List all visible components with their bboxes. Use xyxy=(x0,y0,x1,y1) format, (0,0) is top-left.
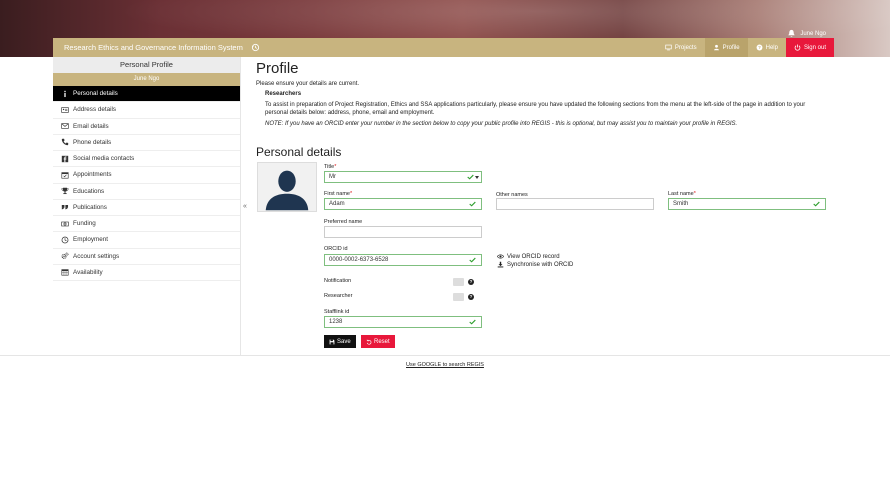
preferred-name-input[interactable] xyxy=(324,226,482,238)
phone-icon xyxy=(61,139,69,146)
calendar-icon xyxy=(61,172,69,179)
personal-details-heading: Personal details xyxy=(256,145,342,159)
nav-projects[interactable]: Projects xyxy=(657,38,705,57)
researchers-text: To assist in preparation of Project Regi… xyxy=(265,102,806,116)
check-icon xyxy=(469,201,476,207)
clock-icon xyxy=(61,236,69,244)
cogs-icon xyxy=(61,252,69,260)
info-icon xyxy=(64,90,66,97)
user-menu[interactable]: June Ngo xyxy=(787,29,826,38)
last-name-label: Last name* xyxy=(668,191,696,197)
check-icon xyxy=(467,174,474,180)
money-icon xyxy=(61,221,69,226)
person-silhouette-icon xyxy=(265,170,309,211)
stafflink-label: Stafflink id xyxy=(324,309,350,315)
quote-icon xyxy=(61,205,69,210)
sidebar-item-email-details[interactable]: Email details xyxy=(53,119,240,135)
other-names-input[interactable] xyxy=(496,198,654,210)
nav-help[interactable]: ? Help xyxy=(748,38,786,57)
researcher-toggle[interactable] xyxy=(453,293,464,301)
orcid-note: NOTE: If you have an ORCID enter your nu… xyxy=(265,121,738,127)
download-icon xyxy=(497,261,504,268)
footer-divider xyxy=(0,355,890,356)
preferred-name-label: Preferred name xyxy=(324,219,363,225)
title-label: Title* xyxy=(324,164,337,170)
nav-profile[interactable]: Profile xyxy=(704,38,748,57)
sidebar-item-phone-details[interactable]: Phone details xyxy=(53,135,240,151)
trophy-icon xyxy=(61,187,69,195)
envelope-icon xyxy=(61,123,69,129)
sidebar-collapse-toggle[interactable]: « xyxy=(243,203,247,210)
main-content: Profile Please ensure your details are c… xyxy=(256,57,836,128)
address-card-icon xyxy=(61,107,69,113)
page-title: Profile xyxy=(256,60,299,77)
sync-orcid-link[interactable]: Synchronise with ORCID xyxy=(497,261,573,268)
sidebar-user: June Ngo xyxy=(53,73,240,86)
researchers-heading: Researchers xyxy=(265,91,302,97)
check-icon xyxy=(469,257,476,263)
eye-icon xyxy=(497,254,504,259)
first-name-input[interactable]: Adam xyxy=(324,198,482,210)
orcid-input[interactable]: 0000-0002-6373-6528 xyxy=(324,254,482,266)
notification-toggle[interactable] xyxy=(453,278,464,286)
bell-icon xyxy=(788,29,795,37)
notification-label: Notification xyxy=(324,278,352,284)
floppy-disk-icon xyxy=(329,339,335,344)
power-icon xyxy=(794,44,801,51)
reset-button[interactable]: Reset xyxy=(361,335,395,348)
google-search-link[interactable]: Use GOOGLE to search REGIS xyxy=(0,362,890,368)
researcher-label: Researcher xyxy=(324,293,353,299)
help-circle-icon[interactable]: ? xyxy=(468,279,474,285)
svg-text:?: ? xyxy=(758,45,761,50)
sidebar-title: Personal Profile xyxy=(53,57,240,73)
check-icon xyxy=(469,319,476,325)
monitor-icon xyxy=(665,44,672,51)
sidebar-item-employment[interactable]: Employment xyxy=(53,232,240,249)
sidebar-item-account-settings[interactable]: Account settings xyxy=(53,249,240,265)
facebook-icon xyxy=(61,155,69,162)
nav-sign-out[interactable]: Sign out xyxy=(785,38,834,57)
sidebar-item-address-details[interactable]: Address details xyxy=(53,102,240,119)
sidebar-item-personal-details[interactable]: Personal details xyxy=(53,86,240,103)
brand-title[interactable]: Research Ethics and Governance Informati… xyxy=(64,43,243,52)
stafflink-input[interactable]: 1238 xyxy=(324,316,482,328)
caret-down-icon xyxy=(475,176,479,179)
sidebar-item-educations[interactable]: Educations xyxy=(53,184,240,200)
sidebar-item-funding[interactable]: Funding xyxy=(53,216,240,233)
check-icon xyxy=(813,201,820,207)
last-name-input[interactable]: Smith xyxy=(668,198,826,210)
save-button[interactable]: Save xyxy=(324,335,356,348)
calendar-grid-icon xyxy=(61,269,69,276)
sidebar-item-appointments[interactable]: Appointments xyxy=(53,167,240,184)
users-icon xyxy=(713,44,719,51)
help-circle-icon[interactable]: ? xyxy=(468,294,474,300)
title-select[interactable]: Mr xyxy=(324,171,482,183)
orcid-label: ORCID id xyxy=(324,246,348,252)
first-name-label: First name* xyxy=(324,191,353,197)
view-orcid-link[interactable]: View ORCID record xyxy=(497,253,560,260)
question-icon: ? xyxy=(756,44,763,51)
undo-icon xyxy=(366,339,372,345)
user-name: June Ngo xyxy=(800,30,826,37)
sidebar-item-publications[interactable]: Publications xyxy=(53,200,240,216)
navbar: Research Ethics and Governance Informati… xyxy=(53,38,834,57)
sidebar-item-availability[interactable]: Availability xyxy=(53,265,240,281)
intro-text: Please ensure your details are current. xyxy=(256,81,360,87)
avatar[interactable] xyxy=(257,162,317,212)
sidebar: Personal Profile June Ngo Personal detai… xyxy=(53,57,241,355)
history-icon[interactable] xyxy=(251,43,260,52)
sidebar-item-social-media-contacts[interactable]: Social media contacts xyxy=(53,151,240,168)
